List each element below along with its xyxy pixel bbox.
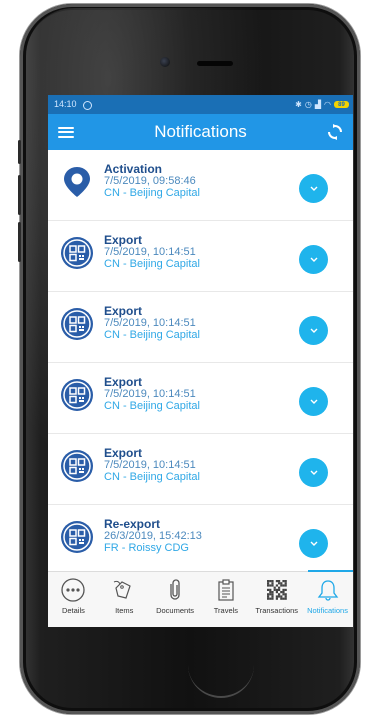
clipboard-icon <box>214 578 238 602</box>
notification-date: 7/5/2019, 10:14:51 <box>104 246 196 258</box>
notification-place: CN - Beijing Capital <box>104 329 200 341</box>
notification-place: CN - Beijing Capital <box>104 400 200 412</box>
chevron-down-icon <box>310 470 317 475</box>
notification-type: Activation <box>104 162 163 176</box>
tab-documents[interactable]: Documents <box>150 572 201 627</box>
battery-level: 89 <box>338 101 345 108</box>
notification-text: Export 7/5/2019, 10:14:51 CN - Beijing C… <box>104 305 200 341</box>
tab-label: Travels <box>213 606 239 615</box>
qr-code-icon <box>60 520 94 554</box>
wifi-icon: ◠ <box>324 100 331 109</box>
notification-text: Activation 7/5/2019, 09:58:46 CN - Beiji… <box>104 163 200 199</box>
notification-type: Export <box>104 446 143 460</box>
chevron-down-icon <box>310 257 317 262</box>
notification-type: Export <box>104 375 143 389</box>
status-time: 14:10 <box>54 99 77 110</box>
expand-button[interactable] <box>299 245 328 274</box>
expand-button[interactable] <box>299 458 328 487</box>
menu-icon[interactable] <box>58 126 74 138</box>
notification-text: Export 7/5/2019, 10:14:51 CN - Beijing C… <box>104 234 200 270</box>
list-item[interactable]: Re-export 26/3/2019, 15:42:13 FR - Roiss… <box>48 505 353 571</box>
tab-label: Items <box>115 606 134 615</box>
tab-label: Notifications <box>307 606 348 615</box>
status-icons: ✱ ◷ ▟ ◠ 89 <box>295 100 349 109</box>
chevron-down-icon <box>310 328 317 333</box>
chevron-down-icon <box>310 186 317 191</box>
refresh-icon[interactable] <box>327 124 343 140</box>
earpiece-speaker <box>197 61 233 66</box>
tab-items[interactable]: Items <box>99 572 150 627</box>
qr-code-icon <box>60 236 94 270</box>
volume-button <box>18 222 21 262</box>
notification-date: 7/5/2019, 10:14:51 <box>104 317 196 329</box>
app-screen: 14:10 ✱ ◷ ▟ ◠ 89 Notifications Activatio… <box>48 95 353 627</box>
app-bar: Notifications <box>48 114 353 150</box>
notification-date: 7/5/2019, 09:58:46 <box>104 175 196 187</box>
notification-text: Export 7/5/2019, 10:14:51 CN - Beijing C… <box>104 447 200 483</box>
bluetooth-icon: ✱ <box>295 100 302 109</box>
front-camera <box>160 57 170 67</box>
qr-code-icon <box>60 449 94 483</box>
tab-label: Transactions <box>255 606 299 615</box>
bell-icon <box>316 578 340 602</box>
notification-list: Activation 7/5/2019, 09:58:46 CN - Beiji… <box>48 150 353 571</box>
notification-place: FR - Roissy CDG <box>104 542 189 554</box>
tab-details[interactable]: Details <box>48 572 99 627</box>
expand-button[interactable] <box>299 529 328 558</box>
more-dots-icon <box>61 578 86 602</box>
status-time-wrap: 14:10 <box>54 99 93 110</box>
location-pin-icon <box>60 165 94 199</box>
qr-code-icon <box>60 378 94 412</box>
notification-text: Export 7/5/2019, 10:14:51 CN - Beijing C… <box>104 376 200 412</box>
notification-date: 7/5/2019, 10:14:51 <box>104 459 196 471</box>
expand-button[interactable] <box>299 316 328 345</box>
notification-place: CN - Beijing Capital <box>104 258 200 270</box>
notification-place: CN - Beijing Capital <box>104 187 200 199</box>
qr-code-icon <box>60 307 94 341</box>
qr-code-icon <box>265 578 289 602</box>
notification-type: Export <box>104 233 143 247</box>
tab-travels[interactable]: Travels <box>200 572 251 627</box>
signal-icon: ▟ <box>314 100 322 109</box>
notification-dot-icon <box>83 100 93 110</box>
tab-label: Documents <box>156 606 195 615</box>
volume-button <box>18 175 21 215</box>
list-item[interactable]: Export 7/5/2019, 10:14:51 CN - Beijing C… <box>48 363 353 434</box>
notification-type: Export <box>104 304 143 318</box>
page-title: Notifications <box>154 122 247 141</box>
list-item[interactable]: Export 7/5/2019, 10:14:51 CN - Beijing C… <box>48 292 353 363</box>
battery-icon: 89 <box>334 101 349 108</box>
chevron-down-icon <box>310 541 317 546</box>
notification-date: 7/5/2019, 10:14:51 <box>104 388 196 400</box>
tab-notifications[interactable]: Notifications <box>302 570 353 627</box>
home-button[interactable] <box>188 656 254 698</box>
expand-button[interactable] <box>299 174 328 203</box>
tab-label: Details <box>61 606 85 615</box>
notification-type: Re-export <box>104 517 161 531</box>
volume-button <box>18 140 21 164</box>
notification-place: CN - Beijing Capital <box>104 471 200 483</box>
list-item[interactable]: Activation 7/5/2019, 09:58:46 CN - Beiji… <box>48 150 353 221</box>
chevron-down-icon <box>310 399 317 404</box>
bottom-tab-bar: Details Items Documents Travels Transact… <box>48 570 353 627</box>
tab-transactions[interactable]: Transactions <box>251 572 302 627</box>
tag-icon <box>112 578 136 602</box>
notification-text: Re-export 26/3/2019, 15:42:13 FR - Roiss… <box>104 518 202 554</box>
notification-date: 26/3/2019, 15:42:13 <box>104 530 202 542</box>
paperclip-icon <box>163 578 187 602</box>
alarm-icon: ◷ <box>304 100 312 109</box>
expand-button[interactable] <box>299 387 328 416</box>
list-item[interactable]: Export 7/5/2019, 10:14:51 CN - Beijing C… <box>48 434 353 505</box>
status-bar: 14:10 ✱ ◷ ▟ ◠ 89 <box>48 95 353 114</box>
list-item[interactable]: Export 7/5/2019, 10:14:51 CN - Beijing C… <box>48 221 353 292</box>
